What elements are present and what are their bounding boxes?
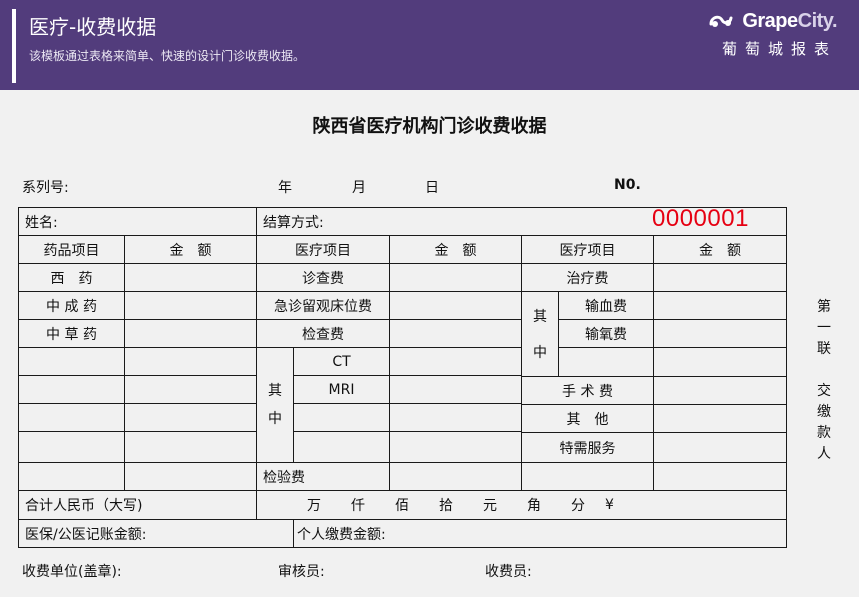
unit-jiao: 角 bbox=[527, 498, 541, 514]
charging-unit-label: 收费单位(盖章): bbox=[22, 564, 122, 580]
amount-cell bbox=[389, 263, 522, 292]
oxygen-fee: 输氧费 bbox=[558, 319, 654, 348]
page-title: 医疗-收费收据 bbox=[29, 15, 157, 39]
examination-fee: 检查费 bbox=[256, 319, 390, 348]
amount-cell bbox=[653, 291, 787, 320]
consultation-fee: 诊查费 bbox=[256, 263, 390, 292]
header-accent-bar bbox=[12, 9, 16, 83]
amount-cell bbox=[389, 375, 522, 404]
amount-cell bbox=[653, 347, 787, 377]
amount-cell bbox=[653, 432, 787, 463]
header-amount-1: 金 额 bbox=[124, 235, 257, 264]
insurance-amount-label: 医保/公医记账金额: bbox=[18, 519, 294, 548]
drug-herbal: 中 草 药 bbox=[18, 319, 125, 348]
treatment-subitems-label: 其 中 bbox=[521, 291, 559, 377]
reviewer-label: 审核员: bbox=[278, 564, 325, 580]
empty-cell bbox=[18, 431, 125, 463]
lab-fee: 检验费 bbox=[256, 462, 390, 491]
amount-cell bbox=[124, 375, 257, 404]
empty-cell bbox=[18, 403, 125, 432]
brand-chinese-name: 葡萄城报表 bbox=[721, 40, 837, 58]
name-field: 姓名: bbox=[18, 207, 257, 236]
amount-cell bbox=[124, 319, 257, 348]
unit-qian: 仟 bbox=[351, 498, 365, 514]
receipt-title: 陕西省医疗机构门诊收费收据 bbox=[312, 116, 547, 137]
amount-cell bbox=[124, 403, 257, 432]
amount-cell bbox=[124, 462, 257, 491]
emergency-bed-fee: 急诊留观床位费 bbox=[256, 291, 390, 320]
receipt-number: 0000001 bbox=[652, 205, 749, 232]
empty-cell bbox=[558, 347, 654, 377]
empty-cell bbox=[293, 403, 390, 432]
empty-cell bbox=[18, 347, 125, 376]
special-service-fee: 特需服务 bbox=[521, 432, 654, 463]
receipt-table: 姓名: 结算方式: 药品项目 金 额 医疗项目 金 额 医疗项目 金 额 西 药… bbox=[18, 207, 787, 548]
empty-cell bbox=[18, 462, 125, 491]
unit-bai: 佰 bbox=[395, 498, 409, 514]
receipt-no-label: N0. bbox=[614, 177, 641, 193]
brand-logo: GrapeCity. 葡萄城报表 bbox=[697, 9, 838, 59]
amount-cell bbox=[124, 347, 257, 376]
brand-name: GrapeCity. bbox=[742, 9, 837, 32]
drug-patent-chinese: 中 成 药 bbox=[18, 291, 125, 320]
total-amount-units: 万 仟 佰 拾 元 角 分 ¥ bbox=[256, 490, 787, 520]
empty-cell bbox=[521, 462, 654, 491]
amount-cell bbox=[389, 403, 522, 432]
personal-payment-label: 个人缴费金额: bbox=[293, 519, 787, 548]
exam-subitems-label: 其 中 bbox=[256, 347, 294, 463]
amount-cell bbox=[653, 319, 787, 348]
page-header: 医疗-收费收据 该模板通过表格来简单、快速的设计门诊收费收据。 GrapeCit… bbox=[0, 0, 859, 90]
day-label: 日 bbox=[425, 180, 439, 196]
page-subtitle: 该模板通过表格来简单、快速的设计门诊收费收据。 bbox=[29, 49, 306, 63]
unit-yen-symbol: ¥ bbox=[605, 497, 614, 513]
serial-label: 系列号: bbox=[22, 180, 69, 196]
amount-cell bbox=[124, 291, 257, 320]
surgery-fee: 手 术 费 bbox=[521, 376, 654, 405]
unit-fen: 分 bbox=[571, 498, 585, 514]
empty-cell bbox=[18, 375, 125, 404]
unit-wan: 万 bbox=[307, 498, 321, 514]
drug-western: 西 药 bbox=[18, 263, 125, 292]
amount-cell bbox=[653, 263, 787, 292]
other-fee: 其 他 bbox=[521, 404, 654, 433]
mri-fee: MRI bbox=[293, 375, 390, 404]
header-amount-2: 金 额 bbox=[389, 235, 522, 264]
amount-cell bbox=[389, 347, 522, 376]
unit-yuan: 元 bbox=[483, 498, 497, 514]
header-amount-3: 金 额 bbox=[653, 235, 787, 264]
month-label: 月 bbox=[352, 180, 366, 196]
amount-cell bbox=[389, 319, 522, 348]
cashier-label: 收费员: bbox=[485, 564, 532, 580]
amount-cell bbox=[389, 462, 522, 491]
blood-transfusion-fee: 输血费 bbox=[558, 291, 654, 320]
copy-note: 第 一 联 交 缴 款 人 bbox=[817, 299, 831, 462]
ct-fee: CT bbox=[293, 347, 390, 376]
unit-shi: 拾 bbox=[439, 498, 453, 514]
grapecity-logo-icon bbox=[709, 15, 733, 27]
amount-cell bbox=[653, 404, 787, 433]
amount-cell bbox=[389, 291, 522, 320]
header-medical-item-1: 医疗项目 bbox=[256, 235, 390, 264]
header-medical-item-2: 医疗项目 bbox=[521, 235, 654, 264]
amount-cell bbox=[653, 462, 787, 491]
amount-cell bbox=[653, 376, 787, 405]
empty-cell bbox=[293, 431, 390, 463]
total-in-words-label: 合计人民币（大写) bbox=[18, 490, 257, 520]
year-label: 年 bbox=[278, 180, 292, 196]
amount-cell bbox=[389, 431, 522, 463]
treatment-fee: 治疗费 bbox=[521, 263, 654, 292]
header-drug-item: 药品项目 bbox=[18, 235, 125, 264]
amount-cell bbox=[124, 263, 257, 292]
amount-cell bbox=[124, 431, 257, 463]
